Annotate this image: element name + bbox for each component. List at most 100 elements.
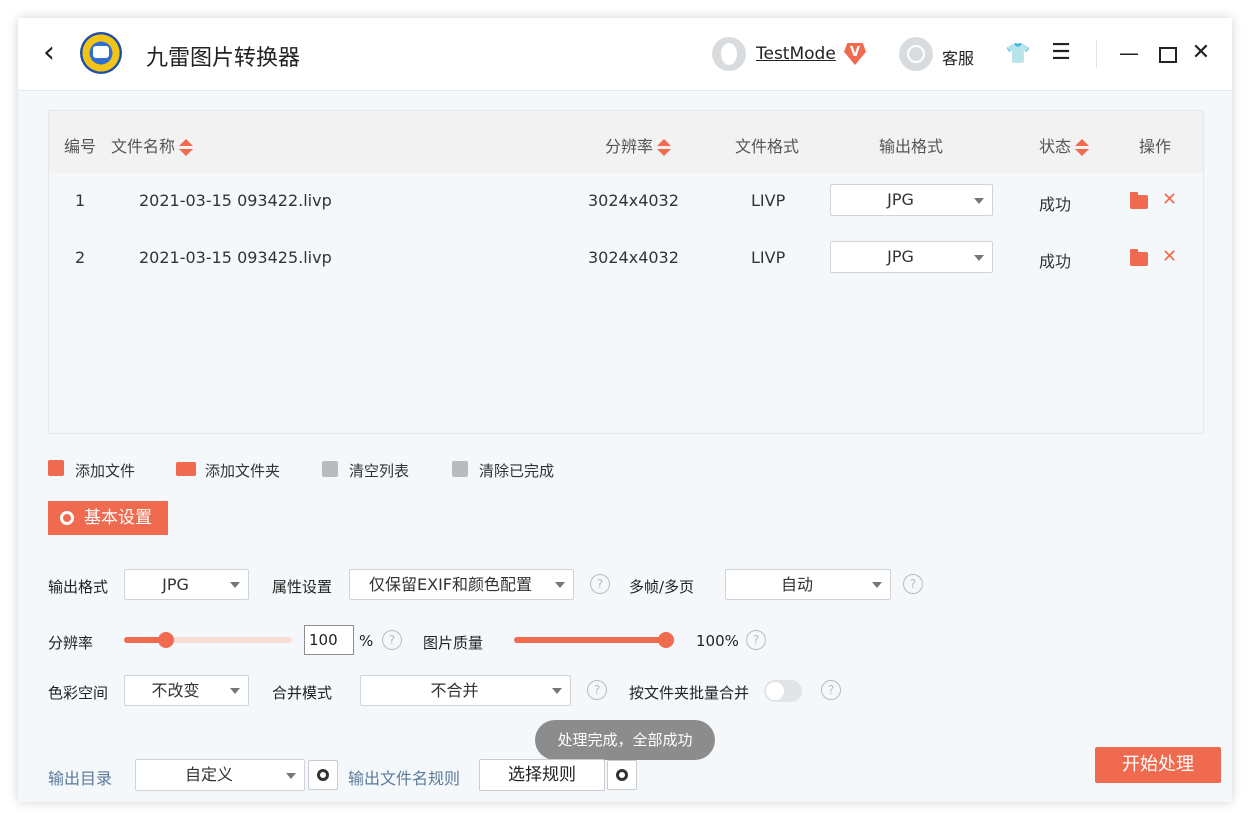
add-folder-icon[interactable]	[176, 462, 196, 476]
attr-settings-value: 仅保留EXIF和颜色配置	[369, 575, 532, 594]
table-row[interactable]: 1 2021-03-15 093422.livp 3024x4032 LIVP …	[49, 173, 1203, 229]
multiframe-select[interactable]: 自动	[725, 569, 891, 600]
close-icon[interactable]: ✕	[1188, 40, 1214, 66]
menu-icon[interactable]: ☰	[1048, 40, 1074, 66]
resolution-unit: %	[359, 632, 374, 650]
header-status[interactable]: 状态	[1039, 133, 1090, 157]
merge-mode-select[interactable]: 不合并	[360, 675, 571, 706]
row-output-format-value: JPG	[887, 190, 914, 209]
help-icon[interactable]: ?	[590, 574, 610, 594]
merge-mode-value: 不合并	[430, 681, 479, 700]
user-name-link[interactable]: TestMode	[756, 44, 836, 64]
attr-settings-label: 属性设置	[272, 578, 333, 596]
tshirt-icon[interactable]: 👕	[1005, 40, 1031, 66]
user-avatar[interactable]	[712, 37, 746, 71]
color-space-value: 不改变	[151, 681, 200, 700]
quality-label: 图片质量	[423, 634, 484, 652]
header-resolution-label: 分辨率	[605, 137, 654, 156]
basic-settings-label: 基本设置	[84, 508, 152, 528]
gear-icon	[317, 769, 329, 781]
output-dir-settings-button[interactable]	[308, 760, 338, 790]
resolution-slider[interactable]	[124, 632, 292, 648]
header-resolution[interactable]: 分辨率	[605, 133, 672, 157]
header-status-label: 状态	[1039, 137, 1072, 156]
title-divider	[1096, 40, 1097, 68]
output-format-select[interactable]: JPG	[124, 569, 249, 600]
add-folder-button[interactable]: 添加文件夹	[205, 460, 280, 481]
table-header: 编号 文件名称 分辨率 文件格式 输出格式 状态 操作	[49, 111, 1203, 173]
basic-settings-button[interactable]: 基本设置	[48, 501, 168, 535]
help-icon[interactable]: ?	[587, 680, 607, 700]
color-space-select[interactable]: 不改变	[124, 675, 249, 706]
remove-row-icon[interactable]: ✕	[1162, 246, 1177, 267]
chevron-down-icon	[230, 582, 240, 588]
status-toast: 处理完成，全部成功	[535, 720, 715, 760]
row-file-format: LIVP	[751, 191, 786, 210]
output-format-value: JPG	[162, 575, 189, 594]
gear-icon	[616, 769, 628, 781]
chevron-down-icon	[974, 255, 984, 261]
row-output-format-select[interactable]: JPG	[830, 241, 993, 273]
chevron-down-icon	[230, 688, 240, 694]
open-folder-icon[interactable]	[1130, 192, 1148, 209]
row-resolution: 3024x4032	[588, 248, 679, 267]
clear-list-icon[interactable]	[322, 461, 338, 477]
choose-rule-button[interactable]: 选择规则	[479, 759, 605, 791]
sort-icon[interactable]	[179, 138, 194, 157]
clear-list-button[interactable]: 清空列表	[349, 460, 409, 481]
help-icon[interactable]: ?	[382, 630, 402, 650]
chevron-down-icon	[872, 582, 882, 588]
chevron-down-icon	[286, 773, 296, 779]
row-output-format-value: JPG	[887, 247, 914, 266]
resolution-slider-thumb[interactable]	[158, 632, 174, 648]
app-logo	[80, 32, 122, 74]
resolution-label: 分辨率	[48, 634, 94, 652]
folder-merge-toggle[interactable]	[764, 680, 802, 702]
row-output-format-select[interactable]: JPG	[830, 184, 993, 216]
quality-slider-thumb[interactable]	[658, 632, 674, 648]
sort-icon[interactable]	[657, 138, 672, 157]
output-dir-label: 输出目录	[48, 769, 113, 788]
add-file-icon[interactable]	[48, 460, 64, 476]
add-file-button[interactable]: 添加文件	[75, 460, 135, 481]
minimize-icon[interactable]: —	[1116, 40, 1142, 66]
back-arrow-icon[interactable]: ‹	[36, 38, 62, 68]
multiframe-value: 自动	[780, 575, 813, 594]
app-title: 九雷图片转换器	[146, 46, 301, 71]
maximize-icon[interactable]	[1159, 47, 1177, 63]
header-output-format: 输出格式	[879, 137, 944, 156]
gear-icon	[60, 511, 74, 525]
chevron-down-icon	[552, 688, 562, 694]
title-bar: ‹ 九雷图片转换器 TestMode V 客服 👕 ☰ — ✕	[18, 18, 1232, 91]
quality-value: 100%	[696, 632, 739, 650]
table-row[interactable]: 2 2021-03-15 093425.livp 3024x4032 LIVP …	[49, 230, 1203, 286]
row-status: 成功	[1039, 195, 1072, 214]
merge-mode-label: 合并模式	[272, 684, 333, 702]
output-dir-value: 自定义	[184, 765, 233, 784]
remove-row-icon[interactable]: ✕	[1162, 189, 1177, 210]
clear-done-button[interactable]: 清除已完成	[479, 460, 554, 481]
chevron-down-icon	[555, 582, 565, 588]
vip-badge-icon[interactable]: V	[844, 43, 866, 65]
row-index: 2	[75, 248, 86, 267]
output-dir-select[interactable]: 自定义	[135, 759, 305, 791]
start-processing-button[interactable]: 开始处理	[1095, 747, 1221, 783]
app-window: ‹ 九雷图片转换器 TestMode V 客服 👕 ☰ — ✕ 编号 文件名称 …	[18, 18, 1232, 802]
resolution-input[interactable]: 100	[304, 625, 354, 655]
row-filename: 2021-03-15 093425.livp	[139, 248, 332, 267]
header-filename[interactable]: 文件名称	[111, 133, 194, 157]
header-actions: 操作	[1139, 137, 1172, 156]
customer-service-link[interactable]: 客服	[942, 45, 974, 69]
attr-settings-select[interactable]: 仅保留EXIF和颜色配置	[349, 569, 574, 600]
help-icon[interactable]: ?	[903, 574, 923, 594]
output-format-label: 输出格式	[48, 578, 109, 596]
headset-icon[interactable]	[899, 37, 933, 71]
open-folder-icon[interactable]	[1130, 249, 1148, 266]
quality-slider[interactable]	[514, 632, 674, 648]
filename-rule-settings-button[interactable]	[607, 760, 637, 790]
header-file-format: 文件格式	[735, 137, 800, 156]
sort-icon[interactable]	[1075, 138, 1090, 157]
help-icon[interactable]: ?	[821, 680, 841, 700]
clear-done-icon[interactable]	[452, 461, 468, 477]
help-icon[interactable]: ?	[746, 630, 766, 650]
